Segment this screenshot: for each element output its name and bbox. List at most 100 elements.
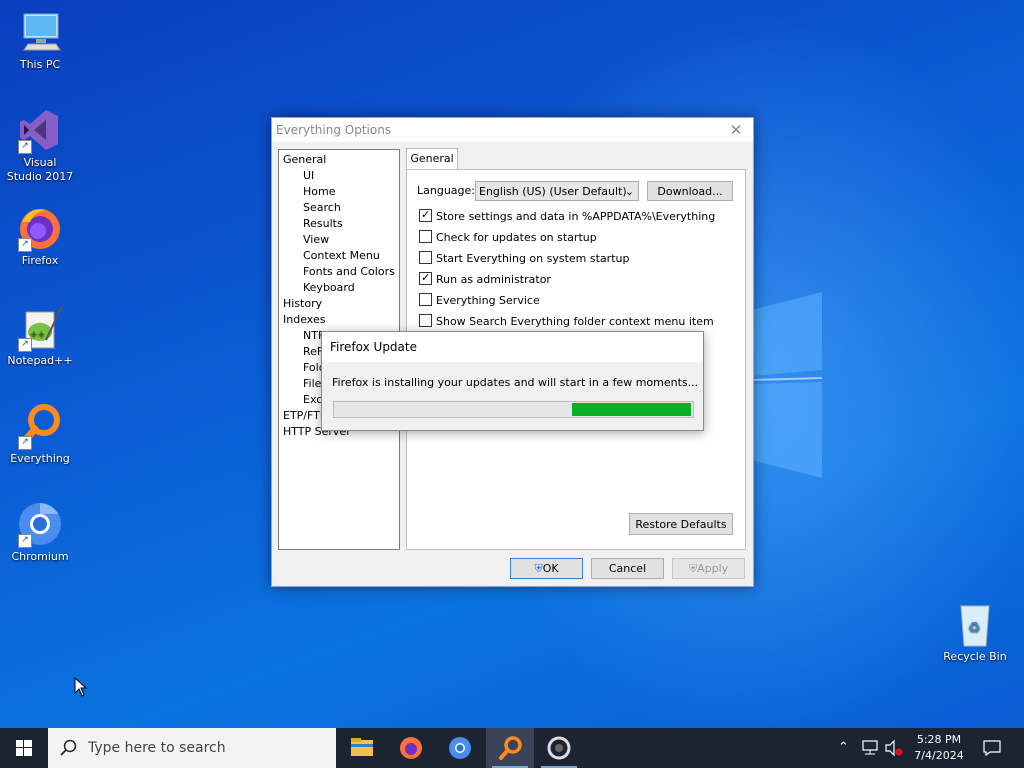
checkbox-box[interactable]	[419, 230, 432, 243]
tree-item-indexes[interactable]: Indexes	[283, 312, 325, 328]
ok-label: OK	[542, 562, 559, 575]
download-button[interactable]: Download...	[647, 181, 733, 201]
windows-logo-wallpaper	[751, 292, 823, 478]
checkbox-store-settings[interactable]: Store settings and data in %APPDATA%\Eve…	[419, 207, 716, 225]
taskbar-firefox[interactable]	[387, 728, 435, 768]
svg-text:++: ++	[30, 330, 45, 340]
apply-label: Apply	[697, 562, 729, 575]
dialog-title: Firefox Update	[322, 332, 703, 362]
checkbox-label: Check for updates on startup	[436, 231, 597, 244]
desktop-icon-label: This PC	[19, 58, 61, 71]
chevron-up-icon[interactable]: ⌃	[838, 728, 849, 768]
tree-item-home[interactable]: Home	[303, 184, 335, 200]
search-icon	[60, 739, 77, 756]
taskbar-chromium[interactable]	[436, 728, 484, 768]
taskbar-update-app[interactable]	[535, 728, 583, 768]
cancel-button[interactable]: Cancel	[591, 558, 664, 579]
desktop-icon-label: Notepad++	[7, 354, 73, 367]
ok-button[interactable]: ⛨OK	[510, 558, 583, 579]
checkbox-label: Start Everything on system startup	[436, 252, 630, 265]
apply-button[interactable]: ⛨Apply	[672, 558, 745, 579]
language-select-value: English (US) (User Default)	[479, 185, 627, 198]
tree-item-ui[interactable]: UI	[303, 168, 314, 184]
shortcut-arrow-icon: ↗	[18, 534, 32, 548]
shortcut-arrow-icon: ↗	[18, 338, 32, 352]
desktop-icon-label: Visual Studio 2017	[6, 156, 74, 183]
file-explorer-icon	[351, 738, 373, 756]
tree-item-general[interactable]: General	[283, 152, 327, 168]
checkbox-run-as-admin[interactable]: Run as administrator	[419, 270, 551, 288]
notification-center-icon[interactable]	[982, 738, 1002, 758]
tree-item-context-menu[interactable]: Context Menu	[303, 248, 380, 264]
chromium-icon	[449, 737, 471, 759]
search-placeholder: Type here to search	[88, 740, 226, 756]
tree-item-search[interactable]: Search	[303, 200, 341, 216]
checkbox-folder-context-menu[interactable]: Show Search Everything folder context me…	[419, 314, 714, 330]
update-icon	[547, 736, 571, 760]
language-label: Language:	[417, 184, 475, 197]
shortcut-arrow-icon: ↗	[18, 140, 32, 154]
checkbox-label: Store settings and data in %APPDATA%\Eve…	[436, 210, 716, 223]
checkbox-everything-service[interactable]: Everything Service	[419, 293, 540, 309]
firefox-update-dialog: Firefox Update Firefox is installing you…	[321, 331, 704, 431]
window-title: Everything Options	[276, 123, 392, 137]
shortcut-arrow-icon: ↗	[18, 436, 32, 450]
uac-shield-icon: ⛨	[688, 562, 698, 575]
desktop-icon-this-pc[interactable]: This PC	[0, 8, 80, 72]
desktop-icon-label: Everything	[10, 452, 70, 465]
tree-item-fonts-and-colors[interactable]: Fonts and Colors	[303, 264, 395, 280]
tree-item-keyboard[interactable]: Keyboard	[303, 280, 355, 296]
recycle-bin-icon: ♻	[960, 605, 990, 647]
taskbar-file-explorer[interactable]	[338, 728, 386, 768]
clock-time: 5:28 PM	[916, 733, 962, 746]
tree-item-history[interactable]: History	[283, 296, 322, 312]
desktop-icon-recycle-bin[interactable]: ♻ Recycle Bin	[935, 600, 1015, 664]
checkbox-box[interactable]	[419, 314, 432, 327]
start-button[interactable]	[0, 728, 48, 768]
desktop-icon-label: Firefox	[21, 254, 59, 267]
desktop-icon-everything[interactable]: ↗ Everything	[0, 402, 80, 466]
desktop-icon-visual-studio[interactable]: ↗ Visual Studio 2017	[0, 106, 80, 184]
windows-start-icon	[16, 740, 32, 756]
dialog-message: Firefox is installing your updates and w…	[332, 376, 699, 389]
chevron-down-icon: ⌄	[624, 185, 634, 198]
checkbox-label: Show Search Everything folder context me…	[436, 315, 714, 328]
volume-muted-icon[interactable]	[884, 739, 904, 757]
shortcut-arrow-icon: ↗	[18, 238, 32, 252]
tab-general[interactable]: General	[406, 148, 458, 169]
desktop-icon-label: Recycle Bin	[943, 650, 1007, 663]
checkbox-box[interactable]	[419, 207, 432, 223]
taskbar-clock[interactable]: 5:28 PM 7/4/2024	[906, 732, 972, 764]
taskbar-everything[interactable]	[486, 728, 534, 768]
checkbox-label: Everything Service	[436, 294, 540, 307]
checkbox-check-updates[interactable]: Check for updates on startup	[419, 230, 597, 246]
uac-shield-icon: ⛨	[534, 562, 543, 575]
desktop-icon-chromium[interactable]: ↗ Chromium	[0, 500, 80, 564]
checkbox-box[interactable]	[419, 293, 432, 306]
close-icon[interactable]: ✕	[725, 120, 747, 140]
taskbar-search-box[interactable]: Type here to search	[48, 728, 336, 768]
window-title-bar[interactable]: Everything Options	[272, 118, 753, 142]
checkbox-label: Run as administrator	[436, 273, 551, 286]
checkbox-box[interactable]	[419, 270, 432, 286]
network-icon[interactable]	[860, 739, 880, 757]
desktop-icon-firefox[interactable]: ↗ Firefox	[0, 204, 80, 268]
svg-text:♻: ♻	[968, 620, 981, 636]
mouse-cursor-icon	[74, 677, 88, 697]
restore-defaults-button[interactable]: Restore Defaults	[629, 513, 733, 535]
tree-item-results[interactable]: Results	[303, 216, 343, 232]
checkbox-start-on-startup[interactable]: Start Everything on system startup	[419, 251, 629, 267]
taskbar: Type here to search ⌃ 5:28 PM 7/4/2024	[0, 728, 1024, 768]
desktop-icon-label: Chromium	[11, 550, 69, 563]
this-pc-icon	[23, 13, 61, 51]
desktop-icon-notepad-plus-plus[interactable]: ++ ↗ Notepad++	[0, 304, 80, 368]
checkbox-box[interactable]	[419, 251, 432, 264]
tree-item-etp-ftp[interactable]: ETP/FTP	[283, 408, 327, 424]
tree-item-view[interactable]: View	[303, 232, 329, 248]
clock-date: 7/4/2024	[914, 749, 964, 762]
firefox-icon	[400, 737, 422, 759]
language-select[interactable]: English (US) (User Default) ⌄	[475, 181, 639, 201]
everything-icon	[499, 736, 522, 760]
update-progress-bar	[333, 401, 694, 418]
progress-fill	[572, 403, 691, 416]
